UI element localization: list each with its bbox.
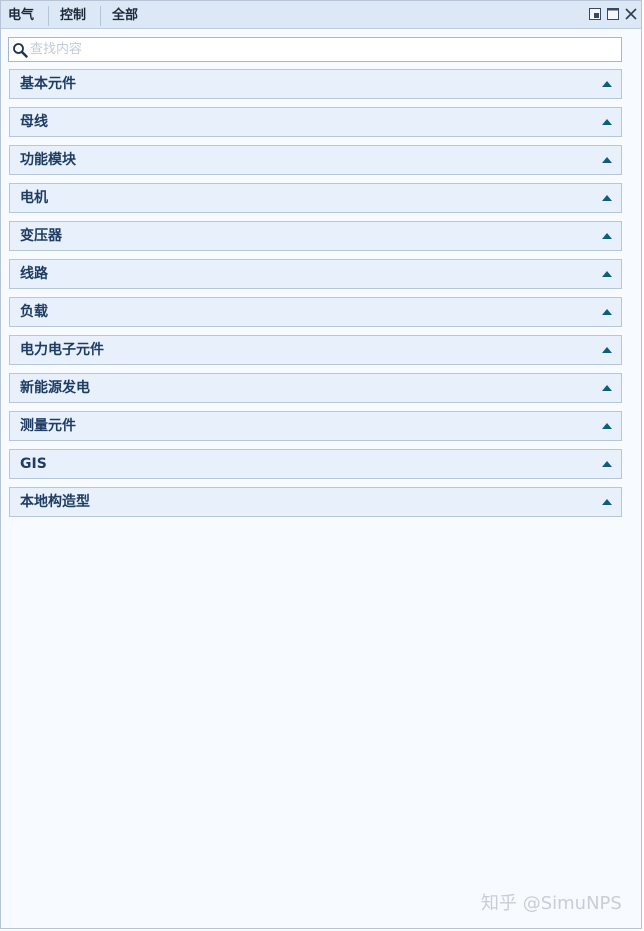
section-function-modules[interactable]: 功能模块 xyxy=(9,145,622,175)
collapse-arrow-up-icon xyxy=(602,385,612,391)
section-motors[interactable]: 电机 xyxy=(9,183,622,213)
section-busbar[interactable]: 母线 xyxy=(9,107,622,137)
section-label: 线路 xyxy=(20,266,48,282)
tab-electrical[interactable]: 电气 xyxy=(8,7,34,25)
collapse-arrow-up-icon xyxy=(602,81,612,87)
close-icon[interactable] xyxy=(624,7,638,21)
tab-all[interactable]: 全部 xyxy=(112,7,138,25)
collapse-arrow-up-icon xyxy=(602,157,612,163)
collapse-arrow-up-icon xyxy=(602,195,612,201)
maximize-icon[interactable] xyxy=(606,7,620,21)
collapse-arrow-up-icon xyxy=(602,119,612,125)
collapse-arrow-up-icon xyxy=(602,461,612,467)
watermark: 知乎 @SimuNPS xyxy=(481,893,622,914)
section-label: 电机 xyxy=(20,190,48,206)
section-label: 功能模块 xyxy=(20,152,76,168)
section-label: 电力电子元件 xyxy=(20,342,104,358)
tab-divider xyxy=(48,6,49,26)
section-label: GIS xyxy=(20,456,47,472)
section-label: 本地构造型 xyxy=(20,494,90,510)
section-transformers[interactable]: 变压器 xyxy=(9,221,622,251)
collapse-arrow-up-icon xyxy=(602,309,612,315)
collapse-arrow-up-icon xyxy=(602,347,612,353)
tab-bar: 电气 控制 全部 xyxy=(1,1,641,29)
section-renewable-generation[interactable]: 新能源发电 xyxy=(9,373,622,403)
restore-icon[interactable] xyxy=(588,7,602,21)
search-icon xyxy=(12,42,28,58)
section-lines[interactable]: 线路 xyxy=(9,259,622,289)
collapse-arrow-up-icon xyxy=(602,423,612,429)
section-label: 变压器 xyxy=(20,228,62,244)
tab-control[interactable]: 控制 xyxy=(60,7,86,25)
section-label: 母线 xyxy=(20,114,48,130)
collapse-arrow-up-icon xyxy=(602,271,612,277)
section-measurement[interactable]: 测量元件 xyxy=(9,411,622,441)
section-power-electronics[interactable]: 电力电子元件 xyxy=(9,335,622,365)
tab-divider xyxy=(100,6,101,26)
search-input[interactable] xyxy=(30,40,615,59)
search-box xyxy=(8,37,622,62)
collapse-arrow-up-icon xyxy=(602,499,612,505)
section-basic-components[interactable]: 基本元件 xyxy=(9,69,622,99)
section-label: 负载 xyxy=(20,304,48,320)
section-loads[interactable]: 负载 xyxy=(9,297,622,327)
section-label: 新能源发电 xyxy=(20,380,90,396)
section-label: 测量元件 xyxy=(20,418,76,434)
section-local-stereotypes[interactable]: 本地构造型 xyxy=(9,487,622,517)
collapse-arrow-up-icon xyxy=(602,233,612,239)
section-gis[interactable]: GIS xyxy=(9,449,622,479)
component-library-panel: 电气 控制 全部 查找内容 基本元件 母线 功能模块 电机 变压器 线路 负载 … xyxy=(0,0,642,929)
section-label: 基本元件 xyxy=(20,76,76,92)
